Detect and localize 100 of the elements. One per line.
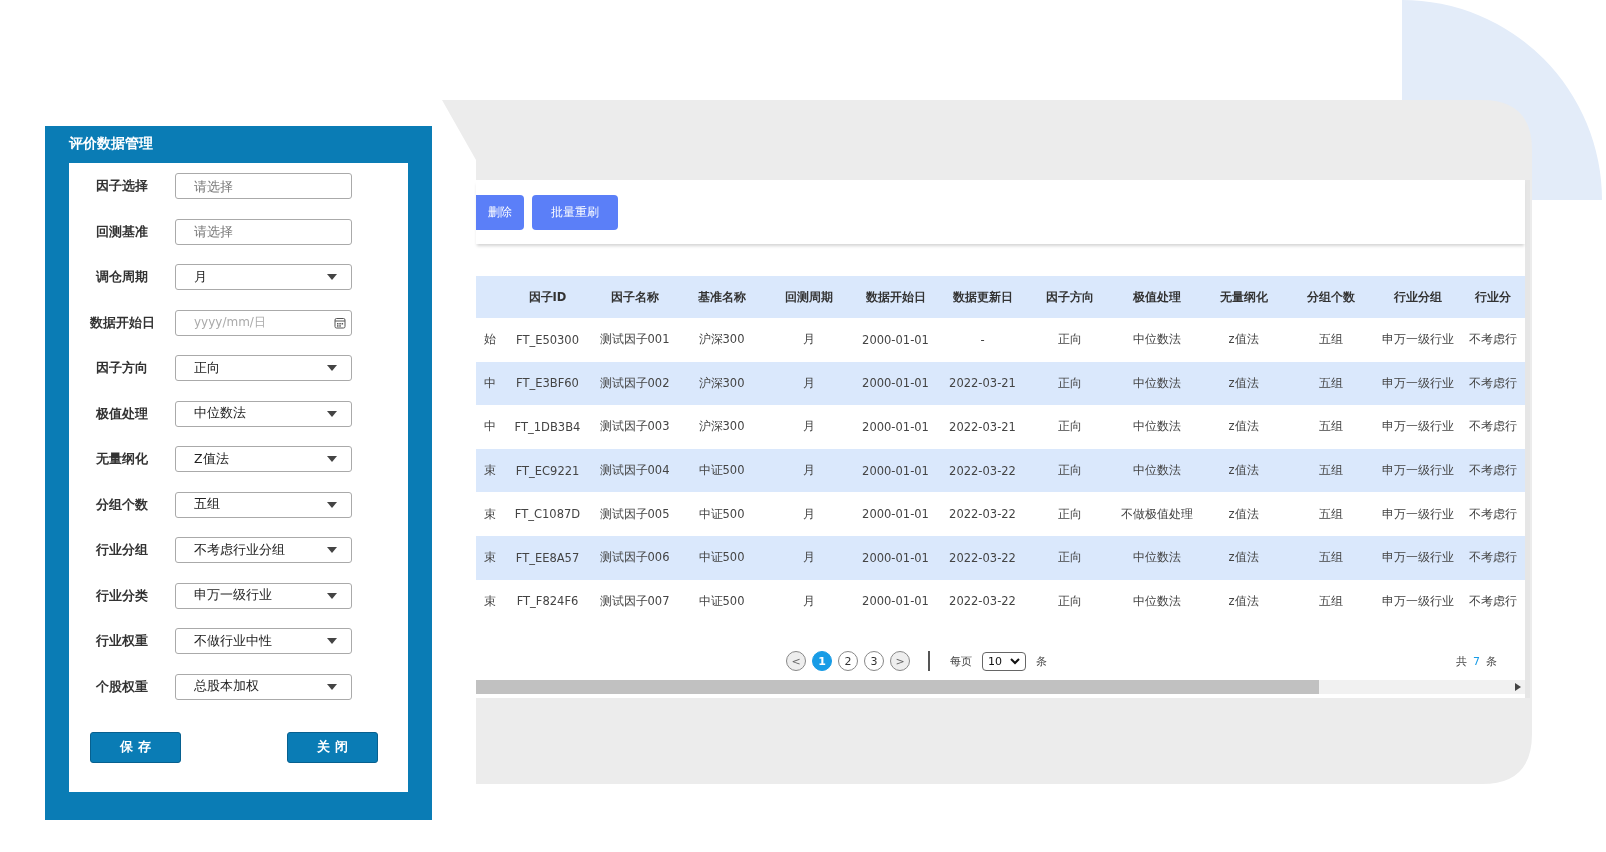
input-field[interactable]: 请选择: [175, 218, 352, 245]
table-cell-text: 中位数法: [1131, 375, 1182, 391]
table-cell-text: 2022-03-22: [948, 463, 1017, 478]
table-cell-text: 五组: [1317, 593, 1344, 609]
scrollbar-thumb[interactable]: [476, 680, 1319, 695]
table-cell-text: 申万一级行业: [1380, 332, 1455, 348]
delete-button[interactable]: 删除: [476, 194, 524, 230]
table-cell-text: 2000-01-01: [861, 376, 930, 391]
column-header: 基准名称: [696, 289, 747, 305]
caret-icon: [327, 547, 337, 553]
table-cell-text: 月: [801, 593, 816, 609]
dropdown[interactable]: 不考虑行业分组: [175, 537, 352, 563]
next-page-button[interactable]: >: [890, 651, 910, 672]
table-cell-text: 沪深300: [697, 375, 746, 391]
table-cell-text: 不考虑行: [1468, 332, 1518, 348]
table-cell-text: 不考虑行: [1468, 550, 1518, 566]
table-cell-text: FT_EE8A57: [514, 550, 581, 565]
caret-icon: [327, 501, 337, 508]
table-cell-text: 申万一级行业: [1380, 506, 1455, 522]
table-cell-text: 不考虑行: [1468, 375, 1518, 391]
table-cell-text: 始: [483, 332, 497, 348]
table-cell-text: 测试因子005: [598, 506, 671, 522]
dropdown[interactable]: 中位数法: [175, 400, 352, 427]
column-header: 因子方向: [1044, 289, 1095, 305]
dropdown[interactable]: 申万一级行业: [175, 582, 352, 609]
column-header: 数据更新日: [951, 289, 1014, 305]
table-cell-text: 2000-01-01: [861, 594, 930, 609]
close-button[interactable]: 关 闭: [287, 731, 378, 763]
table-cell-text: 中位数法: [1131, 332, 1182, 348]
column-header: 数据开始日: [864, 289, 927, 305]
table-cell-text: 中位数法: [1131, 463, 1182, 479]
table-cell-text: 中位数法: [1131, 593, 1182, 609]
previous-page-button[interactable]: <: [786, 651, 806, 672]
caret-icon: [327, 683, 337, 690]
batch-refresh-button[interactable]: 批量重刷: [532, 194, 618, 230]
table-cell-text: 2022-03-21: [948, 420, 1017, 434]
page-button[interactable]: 3: [864, 651, 884, 672]
table-cell-text: 中证500: [697, 506, 746, 522]
table-cell-text: 2000-01-01: [861, 420, 930, 434]
table-cell-text: 申万一级行业: [1380, 375, 1455, 391]
table-cell-text: 月: [801, 419, 816, 435]
field-label: 因子选择: [96, 177, 148, 195]
save-button[interactable]: 保 存: [90, 731, 181, 763]
dropdown-value: 不做行业中性: [194, 632, 272, 650]
table-cell-text: FT_EC9221: [514, 463, 581, 478]
table-cell-text: FT_1DB3B4: [513, 420, 582, 434]
table-cell-text: 测试因子004: [598, 463, 671, 479]
page-size-dropdown[interactable]: 10: [982, 651, 1026, 671]
dropdown[interactable]: 月: [175, 264, 352, 290]
table-cell-text: 测试因子002: [598, 375, 671, 391]
calendar-icon: [334, 316, 346, 329]
table-cell-text: 月: [801, 375, 816, 391]
table-cell-text: z值法: [1227, 375, 1260, 391]
dialog-title: 评价数据管理: [69, 134, 153, 153]
table-cell-text: 申万一级行业: [1380, 550, 1455, 566]
table-cell-text: 束: [483, 506, 497, 522]
dropdown[interactable]: 总股本加权: [175, 673, 352, 700]
table-cell-text: 2000-01-01: [861, 550, 930, 565]
table-cell-text: FT_F824F6: [515, 594, 580, 609]
table-cell-text: 正向: [1056, 506, 1083, 522]
dropdown[interactable]: Z值法: [175, 446, 352, 472]
field-label: 极值处理: [96, 404, 148, 423]
column-header: 极值处理: [1131, 289, 1182, 305]
caret-icon: [327, 638, 337, 644]
column-header: 因子ID: [527, 289, 568, 305]
dropdown[interactable]: 正向: [175, 355, 352, 381]
field-label: 个股权重: [96, 677, 148, 696]
table-cell-text: 五组: [1317, 550, 1344, 566]
table-cell-text: 月: [801, 506, 816, 522]
field-label: 分组个数: [96, 495, 148, 514]
field-label: 行业权重: [96, 632, 148, 650]
dropdown[interactable]: 不做行业中性: [175, 628, 352, 654]
horizontal-scrollbar[interactable]: [476, 680, 1525, 695]
table-cell-text: 中位数法: [1131, 419, 1182, 435]
dropdown-value: 总股本加权: [194, 678, 259, 695]
table-cell-text: 2022-03-22: [948, 550, 1017, 565]
table-cell-text: 不考虑行: [1468, 463, 1518, 479]
table-cell-text: 正向: [1056, 463, 1083, 479]
input-field[interactable]: 请选择: [175, 173, 352, 199]
dropdown[interactable]: 五组: [175, 491, 352, 518]
table-cell-text: 五组: [1317, 375, 1344, 391]
table-cell-text: 月: [801, 332, 816, 348]
table-cell-text: 不考虑行: [1468, 506, 1518, 522]
table-cell-text: FT_E50300: [514, 332, 580, 347]
table-cell-text: 正向: [1056, 332, 1083, 348]
total-count: 7: [1473, 654, 1480, 668]
field-label: 数据开始日: [89, 313, 155, 332]
table-cell-text: 测试因子003: [598, 419, 671, 435]
date-placeholder: yyyy/mm/日: [194, 314, 266, 331]
page-button[interactable]: 2: [838, 651, 858, 672]
table-cell-text: 测试因子001: [598, 332, 671, 348]
table-cell-text: 月: [801, 463, 816, 479]
table-cell-text: z值法: [1227, 419, 1260, 435]
table-cell-text: 五组: [1317, 506, 1344, 522]
field-label: 行业分组: [96, 541, 148, 559]
table-cell-text: 正向: [1056, 419, 1083, 435]
table-cell-text: FT_C1087D: [513, 507, 582, 522]
table-cell-text: 五组: [1317, 419, 1344, 435]
table-cell-text: 沪深300: [697, 332, 746, 348]
table-cell-text: z值法: [1227, 463, 1260, 479]
